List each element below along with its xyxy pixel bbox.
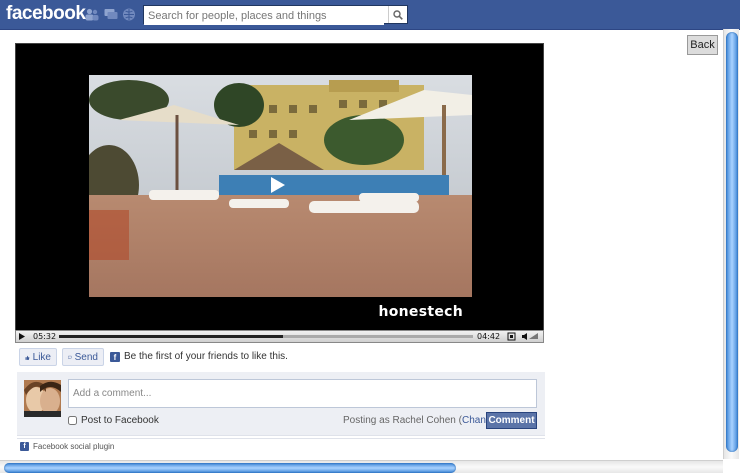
volume-icon[interactable]: [521, 332, 539, 341]
play-icon[interactable]: [18, 332, 26, 341]
search-icon: [393, 9, 403, 20]
divider: [17, 438, 545, 439]
send-button[interactable]: Send: [62, 348, 104, 366]
facebook-f-icon: f: [110, 352, 120, 362]
posting-as: Posting as Rachel Cohen (Change): [343, 415, 500, 426]
video-watermark: honestech: [378, 304, 463, 320]
notifications-icon[interactable]: [122, 8, 136, 21]
like-button[interactable]: Like: [19, 348, 57, 366]
seek-bar[interactable]: [59, 335, 473, 338]
post-to-facebook[interactable]: Post to Facebook: [68, 415, 159, 426]
video-player[interactable]: honestech: [15, 43, 544, 343]
play-overlay-icon[interactable]: [271, 177, 285, 193]
send-label: Send: [74, 351, 98, 363]
search-input[interactable]: [144, 7, 384, 25]
like-label: Like: [32, 351, 51, 363]
search-button[interactable]: [388, 6, 407, 23]
seek-progress: [59, 335, 283, 338]
search-box: [143, 5, 408, 25]
comment-input[interactable]: [68, 379, 537, 408]
post-to-facebook-checkbox[interactable]: [68, 416, 77, 425]
vertical-scrollbar[interactable]: [723, 29, 739, 459]
like-summary: Be the first of your friends to like thi…: [124, 351, 288, 362]
facebook-f-icon: f: [20, 442, 29, 451]
video-controls: 05:32 04:42: [15, 330, 544, 343]
vertical-scroll-thumb[interactable]: [726, 32, 738, 452]
thumbs-up-icon: [25, 355, 30, 360]
back-button[interactable]: Back: [687, 35, 718, 55]
posting-as-prefix: Posting as Rachel Cohen (: [343, 415, 462, 426]
horizontal-scrollbar[interactable]: [0, 460, 723, 473]
social-plugin-footer: f Facebook social plugin: [20, 442, 114, 451]
avatar: [24, 380, 61, 417]
current-time: 05:32: [33, 332, 57, 341]
comment-button[interactable]: Comment: [486, 412, 537, 429]
horizontal-scroll-thumb[interactable]: [4, 463, 456, 473]
facebook-logo[interactable]: facebook: [6, 3, 86, 25]
fullscreen-icon[interactable]: [507, 332, 516, 341]
friend-requests-icon[interactable]: [85, 8, 99, 21]
duration: 04:42: [477, 332, 501, 341]
plugin-label[interactable]: Facebook social plugin: [33, 442, 114, 451]
speech-bubble-icon: [68, 355, 72, 359]
facebook-top-bar: facebook: [0, 0, 740, 30]
post-to-facebook-label: Post to Facebook: [81, 415, 159, 426]
comment-box: Post to Facebook Posting as Rachel Cohen…: [17, 372, 545, 436]
messages-icon[interactable]: [104, 8, 118, 21]
